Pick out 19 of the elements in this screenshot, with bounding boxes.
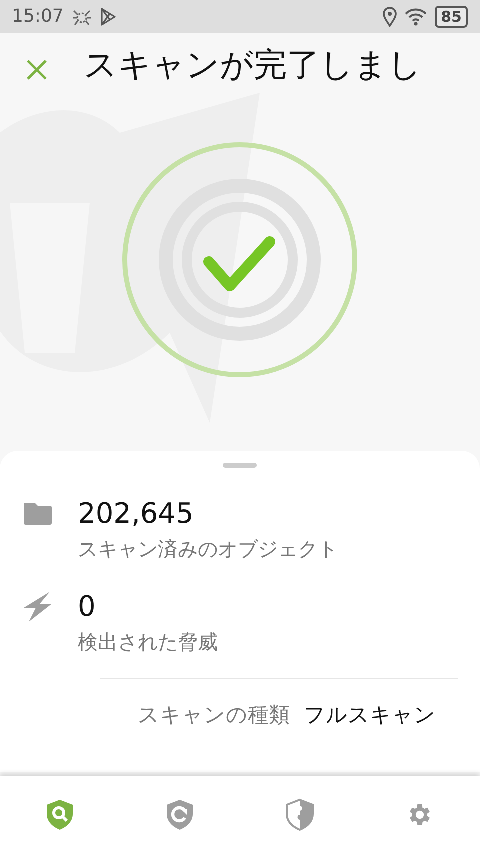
shield-refresh-icon	[164, 798, 196, 832]
play-store-icon	[100, 8, 116, 26]
stat-label: 検出された脅威	[78, 629, 219, 656]
shield-puzzle-icon	[284, 798, 316, 832]
folder-icon	[24, 503, 52, 525]
shield-search-icon	[44, 798, 76, 832]
screen-title: スキャンが完了しまし	[84, 44, 422, 86]
battery-level: 85	[435, 6, 468, 28]
drag-handle[interactable]	[223, 463, 257, 468]
clock: 15:07	[12, 6, 64, 27]
location-icon	[383, 6, 398, 26]
stat-label: スキャン済みのオブジェクト	[78, 536, 339, 563]
bug-icon	[72, 8, 92, 26]
scan-type-value: フルスキャン	[304, 702, 436, 729]
stat-value: 202,645	[78, 496, 195, 532]
wifi-icon	[405, 8, 428, 26]
lightning-icon	[24, 592, 52, 622]
scan-type-label: スキャンの種類	[138, 702, 290, 729]
stat-value: 0	[78, 589, 97, 625]
